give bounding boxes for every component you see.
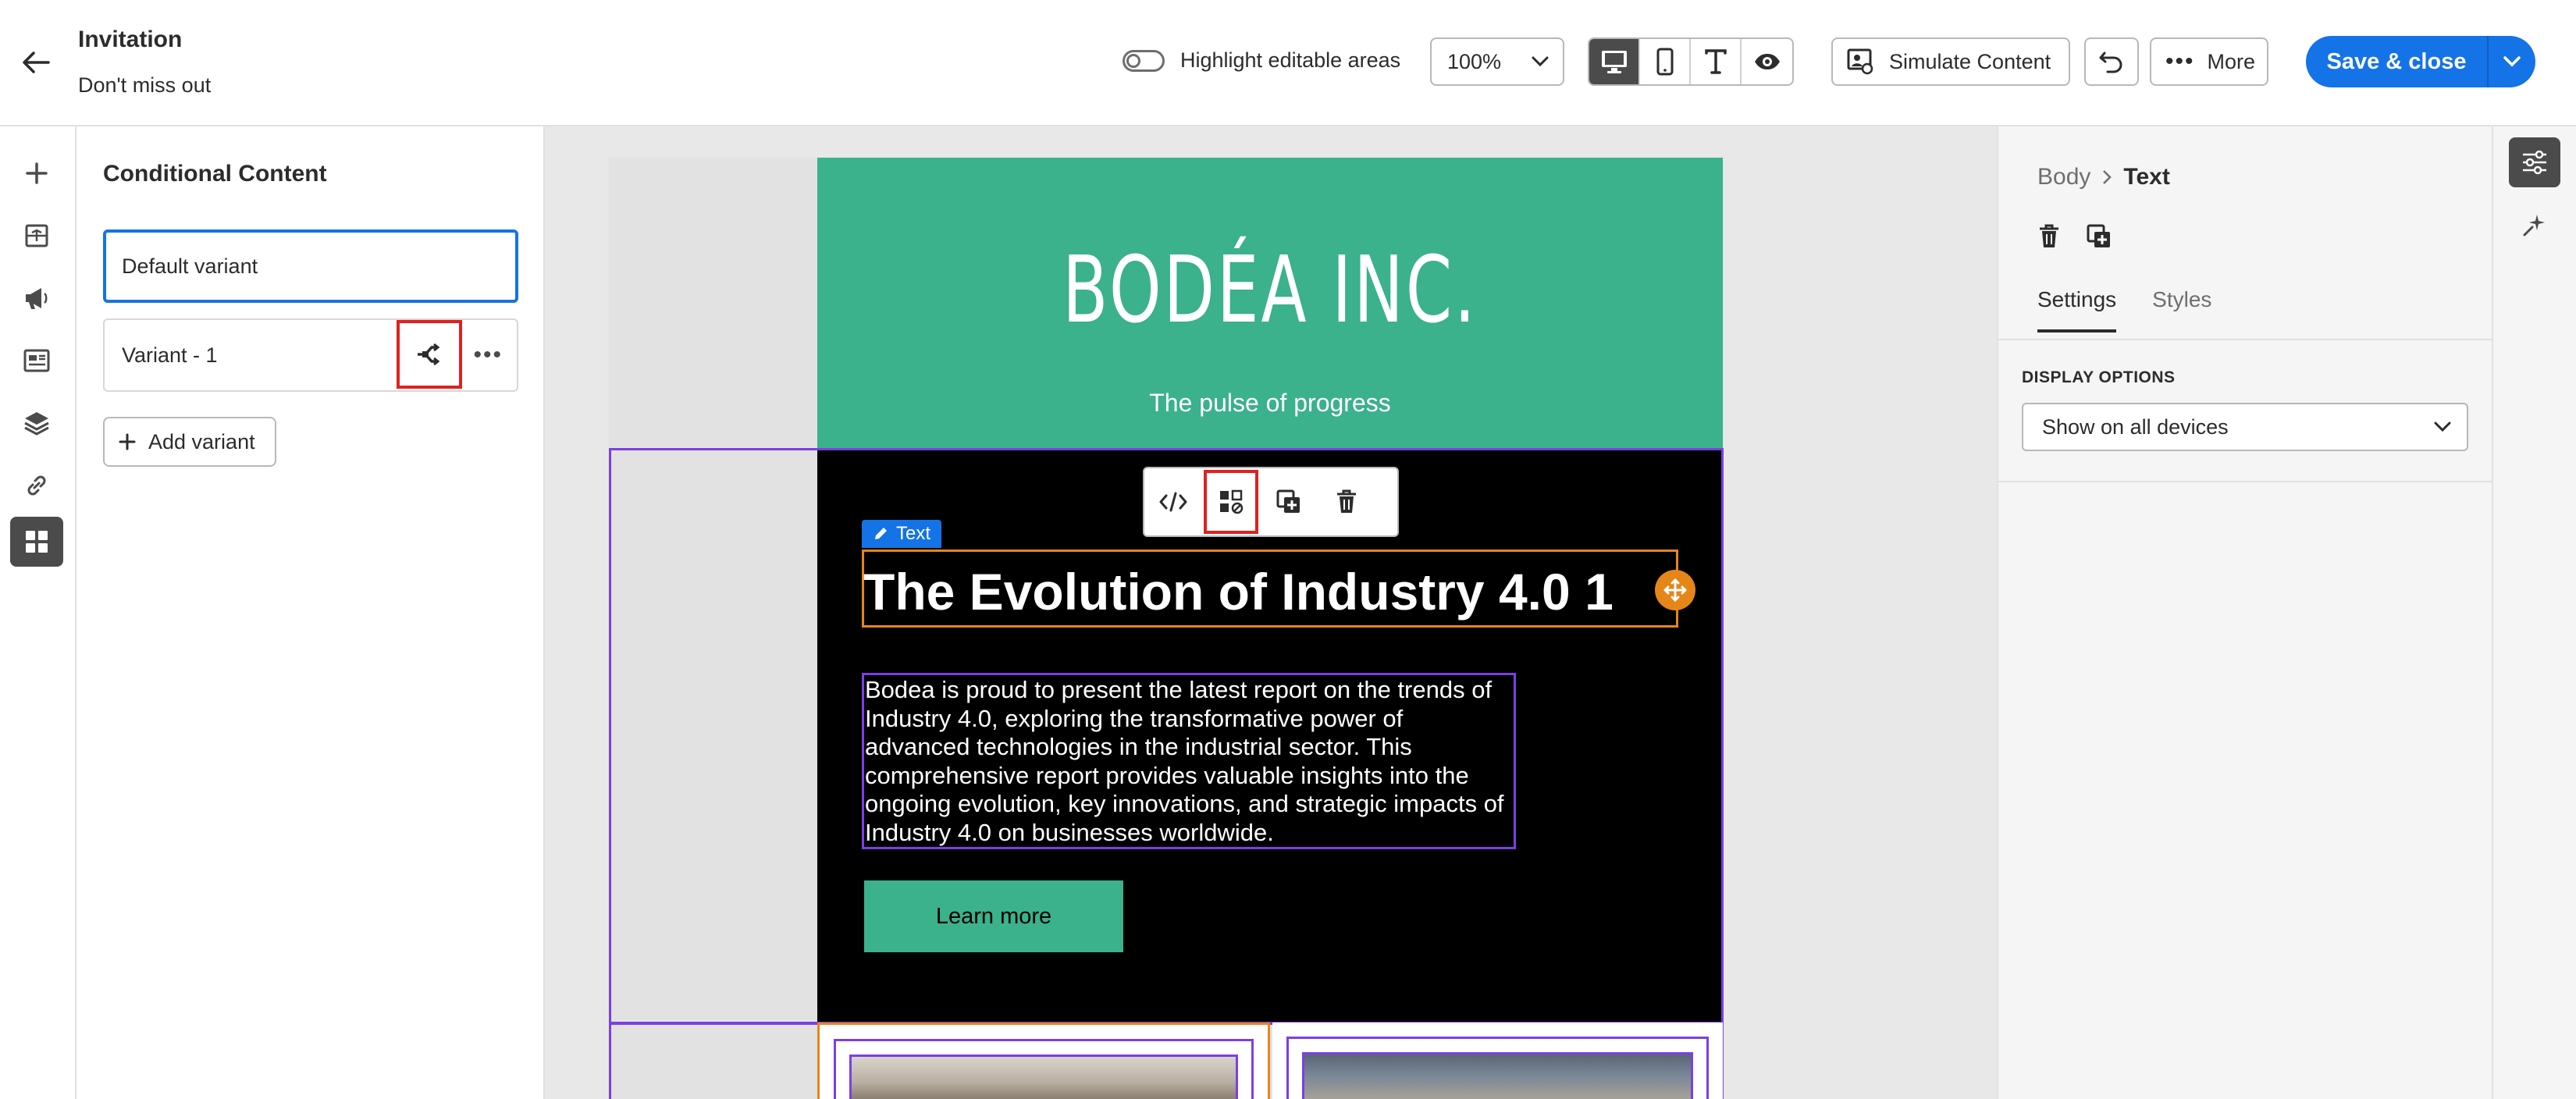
save-split-button: Save & close [2306,36,2535,87]
structure-icon[interactable] [10,211,63,261]
device-preview-group [1588,37,1794,86]
variant-label: Default variant [122,254,258,278]
settings-sliders-icon[interactable] [2509,137,2560,187]
properties-actions [2037,223,2112,250]
image-card-right[interactable] [1272,1023,1723,1099]
right-tool-rail [2493,126,2576,1099]
variant-more-icon[interactable]: ••• [473,342,503,368]
chevron-down-icon [2503,56,2521,67]
divider [1998,481,2492,482]
highlight-editable-label: Highlight editable areas [1180,48,1401,72]
add-icon [119,433,136,450]
chevron-right-icon [2103,170,2112,184]
tab-styles[interactable]: Styles [2152,287,2211,333]
properties-tabs: Settings Styles [2037,287,2211,333]
brand-tagline: The pulse of progress [1149,389,1391,417]
more-label: More [2207,49,2256,73]
conditional-content-panel: Conditional Content Default variant Vari… [76,126,545,1099]
code-icon [1159,492,1187,512]
undo-icon [2099,52,2122,73]
trash-icon [1337,489,1356,513]
mobile-icon [1656,48,1673,76]
delete-button[interactable] [1318,468,1375,535]
text-view-button[interactable] [1691,39,1742,84]
variant-label: Variant - 1 [122,343,218,367]
brand-logo: BODÉA INC. [1062,236,1478,343]
add-variant-label: Add variant [148,429,255,453]
variant-item-1[interactable]: Variant - 1 ••• [103,318,518,392]
page-title: Invitation [78,27,183,52]
conditional-content-icon [1220,489,1244,514]
pencil-icon [875,528,887,539]
duplicate-button[interactable] [1260,468,1318,535]
add-variant-button[interactable]: Add variant [103,417,276,467]
meeting-photo [1302,1052,1693,1099]
left-tool-rail [0,126,76,1099]
display-options-select[interactable]: Show on all devices [2022,403,2468,451]
text-icon [1704,49,1727,74]
component-toolbar [1143,467,1399,537]
add-icon[interactable] [10,148,63,198]
duplicate-icon [1276,489,1300,513]
simulate-content-button[interactable]: Simulate Content [1831,37,2070,86]
undo-button[interactable] [2084,37,2139,86]
link-icon[interactable] [10,461,63,510]
desktop-view-button[interactable] [1589,39,1640,84]
save-close-button[interactable]: Save & close [2306,36,2487,87]
breadcrumb: Body Text [2037,164,2170,190]
zoom-select[interactable]: 100% [1430,37,1564,86]
simulate-label: Simulate Content [1889,49,2051,73]
megaphone-icon[interactable] [10,273,63,323]
email-header-block[interactable]: BODÉA INC. The pulse of progress [817,158,1723,448]
mobile-view-button[interactable] [1640,39,1691,84]
email-paragraph[interactable]: Bodea is proud to present the latest rep… [865,676,1514,847]
office-photo [849,1055,1238,1099]
preview-view-button[interactable] [1742,39,1792,84]
chevron-down-icon [2434,421,2451,432]
text-component-chip: Text [862,520,942,548]
more-button[interactable]: ••• More [2150,37,2268,86]
variant-item-default[interactable]: Default variant [103,229,518,303]
condition-branch-icon [418,343,440,366]
display-option-value: Show on all devices [2042,414,2229,439]
properties-panel: Body Text Settings Styles DISPLAY OPTION… [1997,126,2493,1099]
toggle-switch[interactable] [1123,49,1165,72]
enable-conditional-content-button[interactable] [1202,468,1260,535]
fragments-icon[interactable] [10,336,63,386]
code-button[interactable] [1144,468,1202,535]
move-handle-icon[interactable] [1655,570,1695,610]
eye-icon [1754,54,1780,69]
email-canvas: BODÉA INC. The pulse of progress Text Th… [545,126,1997,1099]
conditional-content-icon[interactable] [10,517,63,567]
trash-icon[interactable] [2037,223,2061,250]
panel-title: Conditional Content [103,161,327,187]
duplicate-icon[interactable] [2086,223,2112,250]
ai-sparkle-icon[interactable] [2509,200,2560,250]
edit-condition-button[interactable] [397,320,462,389]
back-arrow-icon[interactable] [17,44,55,81]
desktop-icon [1601,51,1627,73]
image-card-left[interactable] [817,1023,1270,1099]
chevron-down-icon [1532,56,1549,67]
more-dots-icon: ••• [2165,48,2195,74]
breadcrumb-current: Text [2123,164,2170,190]
zoom-value: 100% [1447,49,1502,73]
learn-more-button[interactable]: Learn more [864,880,1123,952]
page-subtitle: Don't miss out [78,73,212,97]
title-block: Invitation Don't miss out [78,27,211,98]
save-options-button[interactable] [2487,36,2535,87]
email-heading[interactable]: The Evolution of Industry 4.0 1 [863,562,1614,621]
layers-icon[interactable] [10,398,63,448]
highlight-editable-toggle[interactable]: Highlight editable areas [1123,48,1400,73]
tab-settings[interactable]: Settings [2037,287,2117,333]
divider [1998,339,2492,340]
breadcrumb-parent[interactable]: Body [2037,164,2090,190]
display-options-title: DISPLAY OPTIONS [2022,368,2176,386]
simulate-icon [1847,48,1873,75]
top-header: Invitation Don't miss out Highlight edit… [0,0,2576,126]
text-chip-label: Text [896,523,931,544]
